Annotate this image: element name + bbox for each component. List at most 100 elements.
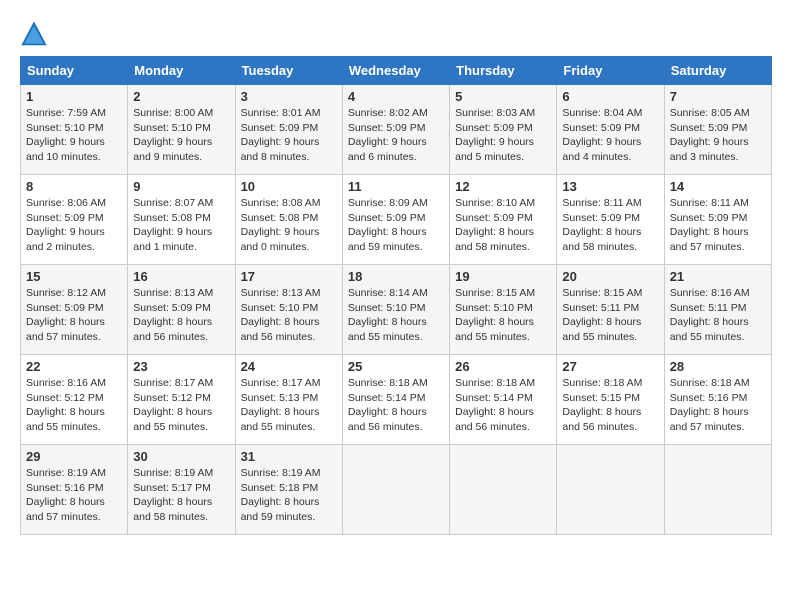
day-number: 4 — [348, 89, 444, 104]
day-number: 16 — [133, 269, 229, 284]
week-row-3: 15 Sunrise: 8:12 AMSunset: 5:09 PMDayligh… — [21, 265, 772, 355]
week-row-1: 1 Sunrise: 7:59 AMSunset: 5:10 PMDaylight… — [21, 85, 772, 175]
header-day-tuesday: Tuesday — [235, 57, 342, 85]
day-info: Sunrise: 7:59 AMSunset: 5:10 PMDaylight:… — [26, 107, 106, 163]
calendar-cell: 23 Sunrise: 8:17 AMSunset: 5:12 PMDayligh… — [128, 355, 235, 445]
calendar-cell: 16 Sunrise: 8:13 AMSunset: 5:09 PMDayligh… — [128, 265, 235, 355]
day-number: 21 — [670, 269, 766, 284]
calendar-cell: 12Sunrise: 8:10 AMSunset: 5:09 PMDayligh… — [450, 175, 557, 265]
day-number: 2 — [133, 89, 229, 104]
calendar-cell — [342, 445, 449, 535]
calendar-cell: 22 Sunrise: 8:16 AMSunset: 5:12 PMDayligh… — [21, 355, 128, 445]
calendar-cell: 15 Sunrise: 8:12 AMSunset: 5:09 PMDayligh… — [21, 265, 128, 355]
day-number: 23 — [133, 359, 229, 374]
day-number: 14 — [670, 179, 766, 194]
calendar-cell: 5Sunrise: 8:03 AMSunset: 5:09 PMDaylight… — [450, 85, 557, 175]
day-number: 27 — [562, 359, 658, 374]
day-number: 9 — [133, 179, 229, 194]
day-number: 1 — [26, 89, 122, 104]
calendar-cell: 29Sunrise: 8:19 AMSunset: 5:16 PMDayligh… — [21, 445, 128, 535]
day-number: 3 — [241, 89, 337, 104]
day-number: 19 — [455, 269, 551, 284]
day-info: Sunrise: 8:08 AMSunset: 5:08 PMDaylight:… — [241, 197, 321, 253]
calendar-cell: 6Sunrise: 8:04 AMSunset: 5:09 PMDaylight… — [557, 85, 664, 175]
day-info: Sunrise: 8:18 AMSunset: 5:14 PMDaylight:… — [348, 377, 428, 433]
calendar-cell: 9 Sunrise: 8:07 AMSunset: 5:08 PMDaylight… — [128, 175, 235, 265]
day-info: Sunrise: 8:19 AMSunset: 5:18 PMDaylight:… — [241, 467, 321, 523]
calendar-cell: 7 Sunrise: 8:05 AMSunset: 5:09 PMDaylight… — [664, 85, 771, 175]
day-number: 30 — [133, 449, 229, 464]
day-number: 22 — [26, 359, 122, 374]
calendar-table: SundayMondayTuesdayWednesdayThursdayFrid… — [20, 56, 772, 535]
day-number: 15 — [26, 269, 122, 284]
day-info: Sunrise: 8:16 AMSunset: 5:12 PMDaylight:… — [26, 377, 106, 433]
day-info: Sunrise: 8:19 AMSunset: 5:17 PMDaylight:… — [133, 467, 213, 523]
day-info: Sunrise: 8:17 AMSunset: 5:13 PMDaylight:… — [241, 377, 321, 433]
day-number: 6 — [562, 89, 658, 104]
calendar-cell: 17Sunrise: 8:13 AMSunset: 5:10 PMDayligh… — [235, 265, 342, 355]
day-number: 24 — [241, 359, 337, 374]
calendar-cell: 27 Sunrise: 8:18 AMSunset: 5:15 PMDayligh… — [557, 355, 664, 445]
calendar-cell: 21 Sunrise: 8:16 AMSunset: 5:11 PMDayligh… — [664, 265, 771, 355]
calendar-cell: 11Sunrise: 8:09 AMSunset: 5:09 PMDayligh… — [342, 175, 449, 265]
day-info: Sunrise: 8:12 AMSunset: 5:09 PMDaylight:… — [26, 287, 106, 343]
week-row-2: 8Sunrise: 8:06 AMSunset: 5:09 PMDaylight… — [21, 175, 772, 265]
day-number: 20 — [562, 269, 658, 284]
logo — [20, 20, 52, 48]
day-number: 7 — [670, 89, 766, 104]
header-day-saturday: Saturday — [664, 57, 771, 85]
day-info: Sunrise: 8:00 AMSunset: 5:10 PMDaylight:… — [133, 107, 213, 163]
calendar-cell: 31Sunrise: 8:19 AMSunset: 5:18 PMDayligh… — [235, 445, 342, 535]
day-number: 10 — [241, 179, 337, 194]
day-info: Sunrise: 8:17 AMSunset: 5:12 PMDaylight:… — [133, 377, 213, 433]
calendar-cell: 18Sunrise: 8:14 AMSunset: 5:10 PMDayligh… — [342, 265, 449, 355]
header-day-thursday: Thursday — [450, 57, 557, 85]
day-info: Sunrise: 8:05 AMSunset: 5:09 PMDaylight:… — [670, 107, 750, 163]
day-info: Sunrise: 8:11 AMSunset: 5:09 PMDaylight:… — [562, 197, 641, 253]
calendar-cell: 14 Sunrise: 8:11 AMSunset: 5:09 PMDayligh… — [664, 175, 771, 265]
calendar-cell: 3 Sunrise: 8:01 AMSunset: 5:09 PMDaylight… — [235, 85, 342, 175]
day-info: Sunrise: 8:15 AMSunset: 5:11 PMDaylight:… — [562, 287, 642, 343]
calendar-body: 1 Sunrise: 7:59 AMSunset: 5:10 PMDaylight… — [21, 85, 772, 535]
calendar-header: SundayMondayTuesdayWednesdayThursdayFrid… — [21, 57, 772, 85]
day-info: Sunrise: 8:15 AMSunset: 5:10 PMDaylight:… — [455, 287, 535, 343]
day-info: Sunrise: 8:18 AMSunset: 5:15 PMDaylight:… — [562, 377, 642, 433]
day-info: Sunrise: 8:13 AMSunset: 5:10 PMDaylight:… — [241, 287, 321, 343]
header-row: SundayMondayTuesdayWednesdayThursdayFrid… — [21, 57, 772, 85]
header-day-friday: Friday — [557, 57, 664, 85]
week-row-4: 22 Sunrise: 8:16 AMSunset: 5:12 PMDayligh… — [21, 355, 772, 445]
day-number: 11 — [348, 179, 444, 194]
calendar-cell: 8Sunrise: 8:06 AMSunset: 5:09 PMDaylight… — [21, 175, 128, 265]
day-info: Sunrise: 8:18 AMSunset: 5:14 PMDaylight:… — [455, 377, 535, 433]
day-info: Sunrise: 8:07 AMSunset: 5:08 PMDaylight:… — [133, 197, 213, 253]
day-info: Sunrise: 8:11 AMSunset: 5:09 PMDaylight:… — [670, 197, 749, 253]
week-row-5: 29Sunrise: 8:19 AMSunset: 5:16 PMDayligh… — [21, 445, 772, 535]
calendar-cell: 20 Sunrise: 8:15 AMSunset: 5:11 PMDayligh… — [557, 265, 664, 355]
day-info: Sunrise: 8:03 AMSunset: 5:09 PMDaylight:… — [455, 107, 535, 163]
day-number: 13 — [562, 179, 658, 194]
calendar-cell: 2 Sunrise: 8:00 AMSunset: 5:10 PMDaylight… — [128, 85, 235, 175]
day-info: Sunrise: 8:16 AMSunset: 5:11 PMDaylight:… — [670, 287, 750, 343]
calendar-cell: 1 Sunrise: 7:59 AMSunset: 5:10 PMDaylight… — [21, 85, 128, 175]
calendar-cell — [450, 445, 557, 535]
calendar-cell: 4 Sunrise: 8:02 AMSunset: 5:09 PMDaylight… — [342, 85, 449, 175]
day-info: Sunrise: 8:18 AMSunset: 5:16 PMDaylight:… — [670, 377, 750, 433]
calendar-cell: 24 Sunrise: 8:17 AMSunset: 5:13 PMDayligh… — [235, 355, 342, 445]
day-number: 26 — [455, 359, 551, 374]
day-info: Sunrise: 8:02 AMSunset: 5:09 PMDaylight:… — [348, 107, 428, 163]
day-info: Sunrise: 8:01 AMSunset: 5:09 PMDaylight:… — [241, 107, 321, 163]
header-day-wednesday: Wednesday — [342, 57, 449, 85]
day-number: 28 — [670, 359, 766, 374]
day-number: 18 — [348, 269, 444, 284]
calendar-cell: 26 Sunrise: 8:18 AMSunset: 5:14 PMDayligh… — [450, 355, 557, 445]
day-number: 25 — [348, 359, 444, 374]
day-number: 29 — [26, 449, 122, 464]
logo-icon — [20, 20, 48, 48]
calendar-cell: 10 Sunrise: 8:08 AMSunset: 5:08 PMDayligh… — [235, 175, 342, 265]
day-info: Sunrise: 8:13 AMSunset: 5:09 PMDaylight:… — [133, 287, 213, 343]
header-day-sunday: Sunday — [21, 57, 128, 85]
day-info: Sunrise: 8:10 AMSunset: 5:09 PMDaylight:… — [455, 197, 535, 253]
calendar-cell — [664, 445, 771, 535]
header-day-monday: Monday — [128, 57, 235, 85]
day-info: Sunrise: 8:06 AMSunset: 5:09 PMDaylight:… — [26, 197, 106, 253]
